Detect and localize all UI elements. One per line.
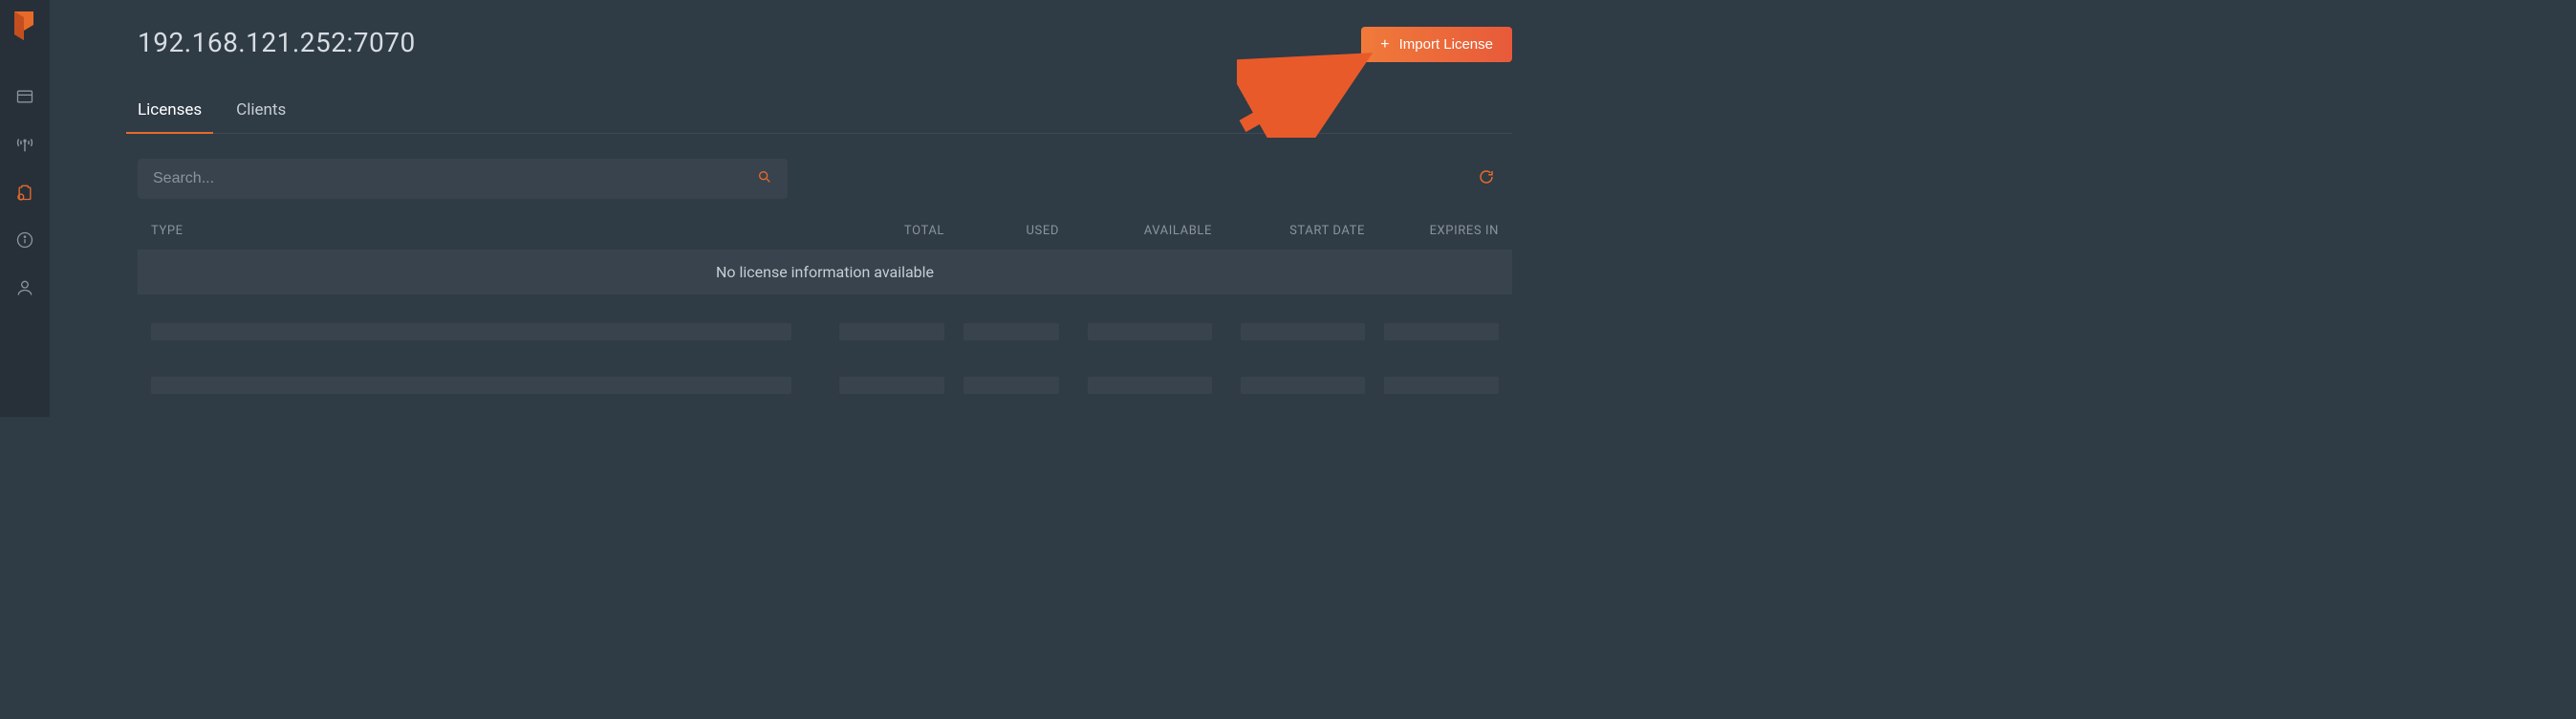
- skeleton-cell: [1384, 323, 1499, 340]
- skeleton-cell: [839, 377, 944, 394]
- skeleton-cell: [839, 323, 944, 340]
- search-input[interactable]: [138, 159, 788, 199]
- broadcast-icon[interactable]: [14, 134, 35, 155]
- skeleton-cell: [151, 323, 791, 340]
- import-license-label: Import License: [1399, 36, 1493, 53]
- logo-icon: [12, 10, 37, 42]
- skeleton-cell: [1241, 323, 1365, 340]
- tab-clients[interactable]: Clients: [236, 100, 286, 133]
- skeleton-cell: [1384, 377, 1499, 394]
- skeleton-cell: [963, 323, 1059, 340]
- header-row: 192.168.121.252:7070 + Import License: [138, 27, 1512, 62]
- app-root: 192.168.121.252:7070 + Import License Li…: [0, 0, 1487, 417]
- skeleton-cell: [963, 377, 1059, 394]
- dashboard-icon[interactable]: [14, 86, 35, 107]
- info-icon[interactable]: [14, 229, 35, 251]
- plus-icon: +: [1380, 37, 1389, 53]
- table-row: [138, 367, 1512, 403]
- th-available: AVAILABLE: [1059, 224, 1212, 238]
- sidebar: [0, 0, 50, 417]
- page-title: 192.168.121.252:7070: [138, 27, 416, 58]
- skeleton-cell: [1088, 377, 1212, 394]
- clipboard-icon[interactable]: [14, 182, 35, 203]
- th-used: USED: [944, 224, 1059, 238]
- import-license-button[interactable]: + Import License: [1361, 27, 1512, 62]
- user-icon[interactable]: [14, 277, 35, 298]
- skeleton-cell: [151, 377, 791, 394]
- refresh-icon[interactable]: [1478, 168, 1495, 189]
- th-start-date: START DATE: [1212, 224, 1365, 238]
- tabs: Licenses Clients: [138, 100, 1512, 134]
- th-expires-in: EXPIRES IN: [1365, 224, 1499, 238]
- table-header: TYPE TOTAL USED AVAILABLE START DATE EXP…: [138, 224, 1512, 250]
- license-table: TYPE TOTAL USED AVAILABLE START DATE EXP…: [138, 224, 1512, 403]
- skeleton-cell: [1088, 323, 1212, 340]
- empty-state: No license information available: [138, 250, 1512, 294]
- th-total: TOTAL: [820, 224, 944, 238]
- main-content: 192.168.121.252:7070 + Import License Li…: [50, 0, 1550, 417]
- search-wrapper: [138, 159, 788, 199]
- tab-licenses[interactable]: Licenses: [138, 100, 202, 133]
- th-type: TYPE: [151, 224, 820, 238]
- skeleton-cell: [1241, 377, 1365, 394]
- table-row: [138, 314, 1512, 350]
- toolbar: [138, 159, 1512, 199]
